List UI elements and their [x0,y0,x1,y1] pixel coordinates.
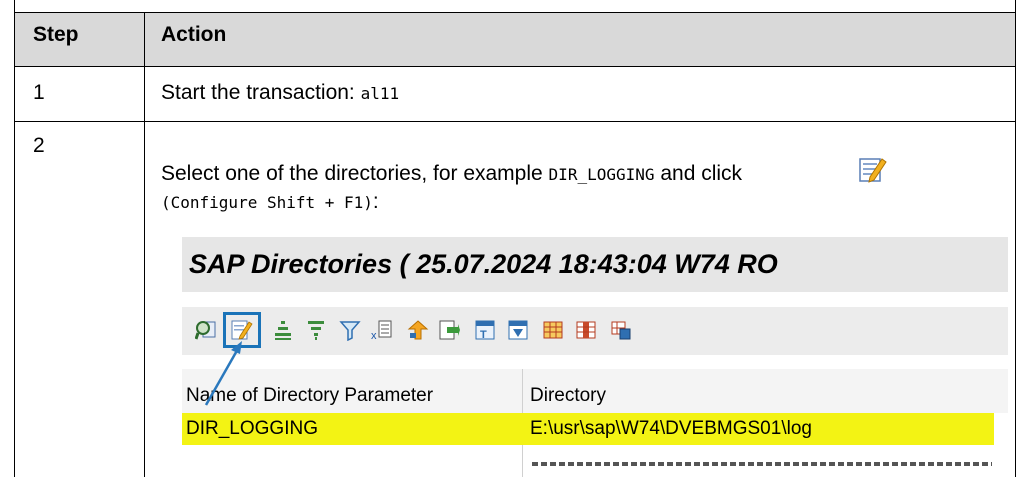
svg-text:x: x [371,330,377,341]
svg-text:T: T [480,329,487,341]
export-icon[interactable] [407,319,429,341]
directory-grid: Name of Directory Parameter Directory DI… [182,369,1008,477]
find-icon[interactable] [195,319,217,341]
column-header-directory[interactable]: Directory [530,385,606,407]
step-1-label: Start the transaction: [161,81,361,104]
grid-select-icon[interactable] [610,319,632,341]
layout-icon[interactable] [507,319,529,341]
step-number-1: 1 [33,81,45,104]
directory-example: DIR_LOGGING [548,165,655,184]
sap-screenshot: SAP Directories ( 25.07.2024 18:43:04 W7… [182,237,1008,477]
column-header-name[interactable]: Name of Directory Parameter [186,385,433,407]
configure-button-icon[interactable] [231,319,253,341]
step-number-2: 2 [33,134,45,157]
word-processing-icon[interactable]: T [474,319,496,341]
row-divider [15,121,1015,122]
step-2-text-after: and click [654,162,743,185]
sort-descending-icon[interactable] [305,319,327,341]
column-divider [144,12,145,477]
sum-icon[interactable]: x [371,319,393,341]
grid-icon[interactable] [542,319,564,341]
grid-columns-icon[interactable] [575,319,597,341]
sort-ascending-icon[interactable] [272,319,294,341]
header-step: Step [33,23,79,46]
steps-table: Step Action 1 Start the transaction: al1… [14,0,1016,477]
row-name-cell[interactable]: DIR_LOGGING [186,418,318,440]
step-2-text-end: : [372,190,379,213]
filter-icon[interactable] [339,319,361,341]
step-2-line-2: (Configure Shift + F1): [161,190,379,214]
row-directory-cell[interactable]: E:\usr\sap\W74\DVEBMGS01\log [530,418,812,440]
sap-toolbar: x T [182,307,1008,355]
cropped-text [532,462,992,466]
step-1-text: Start the transaction: al11 [161,81,399,105]
next-row-partial [532,452,992,466]
shortcut-hint: (Configure Shift + F1) [161,193,373,212]
configure-icon [859,158,887,183]
transaction-code: al11 [360,84,400,103]
sap-window-title: SAP Directories ( 25.07.2024 18:43:04 W7… [182,237,1008,292]
header-action: Action [161,23,227,46]
step-2-line-1: Select one of the directories, for examp… [161,162,742,186]
step-2-text-before: Select one of the directories, for examp… [161,162,549,185]
spreadsheet-icon[interactable] [438,319,460,341]
